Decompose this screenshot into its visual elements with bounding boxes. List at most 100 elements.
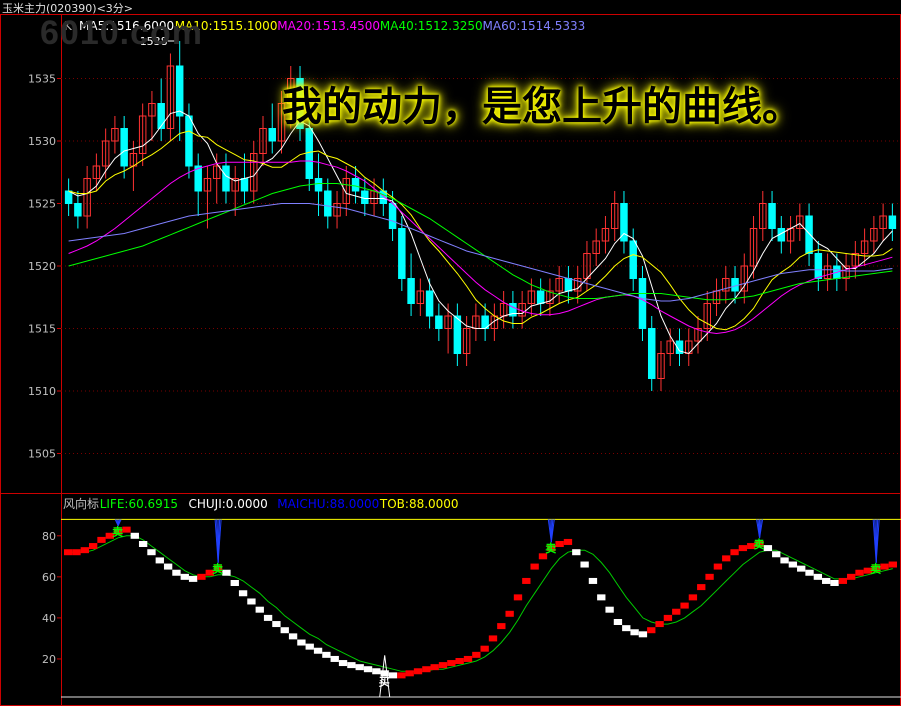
life-block: [288, 633, 298, 640]
price-tick-label: 1510: [28, 385, 56, 398]
life-block: [405, 670, 414, 677]
life-block: [238, 590, 248, 597]
candle-body: [814, 253, 823, 279]
life-block: [597, 594, 606, 601]
candle-body: [361, 190, 369, 204]
life-block: [805, 569, 814, 576]
life-block: [230, 580, 239, 586]
life-block: [580, 561, 589, 568]
life-block: [97, 536, 106, 543]
life-block: [72, 549, 81, 556]
indicator-tick-label: 20: [42, 653, 56, 666]
candle-body: [157, 103, 165, 129]
life-block: [430, 664, 439, 671]
life-block: [572, 549, 581, 556]
life-block: [530, 563, 539, 570]
life-block: [438, 662, 448, 669]
sell-label: 卖: [545, 541, 556, 555]
life-block: [497, 623, 506, 630]
life-block: [505, 610, 514, 617]
life-block: [663, 614, 673, 621]
candle-body: [120, 128, 128, 167]
candle-body: [314, 178, 323, 192]
life-block: [422, 666, 431, 673]
life-block: [155, 557, 164, 564]
indicator-tick-label: 60: [42, 571, 56, 584]
life-block: [172, 569, 181, 576]
candle-body: [240, 178, 249, 192]
sell-label: 卖: [754, 537, 765, 551]
sell-label: 卖: [212, 562, 223, 576]
life-block: [197, 573, 206, 580]
slogan-text: 我的动力，是您上升的曲线。: [282, 84, 802, 130]
life-block: [697, 584, 706, 591]
life-block: [480, 645, 489, 652]
life-block: [80, 547, 89, 554]
life-block: [372, 668, 381, 675]
life-block: [272, 621, 281, 628]
life-block: [338, 660, 348, 667]
life-block: [822, 577, 831, 584]
life-block: [413, 668, 423, 675]
life-block: [888, 561, 897, 568]
life-block: [247, 598, 256, 605]
price-tick-label: 1515: [28, 323, 56, 336]
candle-body: [453, 315, 462, 354]
life-block: [855, 569, 864, 576]
candle-body: [388, 203, 397, 229]
life-block: [488, 635, 498, 642]
candle-body: [638, 278, 647, 329]
life-block: [463, 655, 473, 662]
life-block: [447, 660, 456, 667]
watermark: 6010.com: [40, 14, 203, 52]
price-tick-label: 1535: [28, 73, 56, 86]
candle-body: [888, 215, 897, 229]
ma-legend-item: MA60:1514.5333: [483, 19, 586, 33]
life-block: [188, 575, 198, 582]
life-block: [322, 651, 331, 658]
life-block: [347, 662, 356, 669]
life-block: [355, 664, 364, 671]
life-block: [847, 573, 856, 580]
price-tick-label: 1530: [28, 135, 56, 148]
candle-body: [731, 278, 739, 292]
life-block: [472, 651, 481, 658]
life-block: [555, 541, 564, 547]
life-block: [738, 545, 748, 552]
life-block: [263, 614, 273, 621]
candle-body: [351, 178, 360, 192]
buy-label: 买: [379, 675, 390, 688]
indicator-legend-item: TOB:88.0000: [379, 497, 459, 511]
life-block: [605, 606, 614, 613]
life-block: [630, 629, 639, 636]
life-block: [388, 672, 398, 679]
life-block: [713, 563, 723, 570]
life-block: [138, 541, 148, 547]
candle-body: [805, 215, 813, 254]
candle-body: [564, 278, 573, 292]
candle-body: [647, 328, 656, 379]
life-block: [330, 655, 339, 662]
candle-body: [268, 128, 276, 142]
life-block: [280, 627, 289, 634]
life-block: [255, 606, 264, 613]
candle-body: [425, 290, 434, 317]
life-block: [522, 577, 531, 584]
life-block: [788, 561, 798, 568]
indicator-legend-item: MAICHU:88.0000: [277, 497, 379, 511]
life-block: [672, 608, 681, 615]
life-block: [705, 573, 714, 580]
candle-body: [407, 278, 415, 304]
life-block: [222, 569, 231, 576]
life-block: [64, 549, 73, 556]
life-block: [813, 573, 823, 580]
life-block: [638, 631, 648, 638]
sell-label: 卖: [112, 525, 123, 539]
life-block: [122, 526, 131, 533]
ma-line-ma20: [68, 160, 893, 335]
life-block: [147, 549, 156, 556]
indicator-legend-item: CHUJI:0.0000: [189, 497, 268, 511]
life-block: [613, 619, 623, 625]
candle-body: [629, 240, 637, 279]
sell-label: 卖: [870, 562, 881, 576]
